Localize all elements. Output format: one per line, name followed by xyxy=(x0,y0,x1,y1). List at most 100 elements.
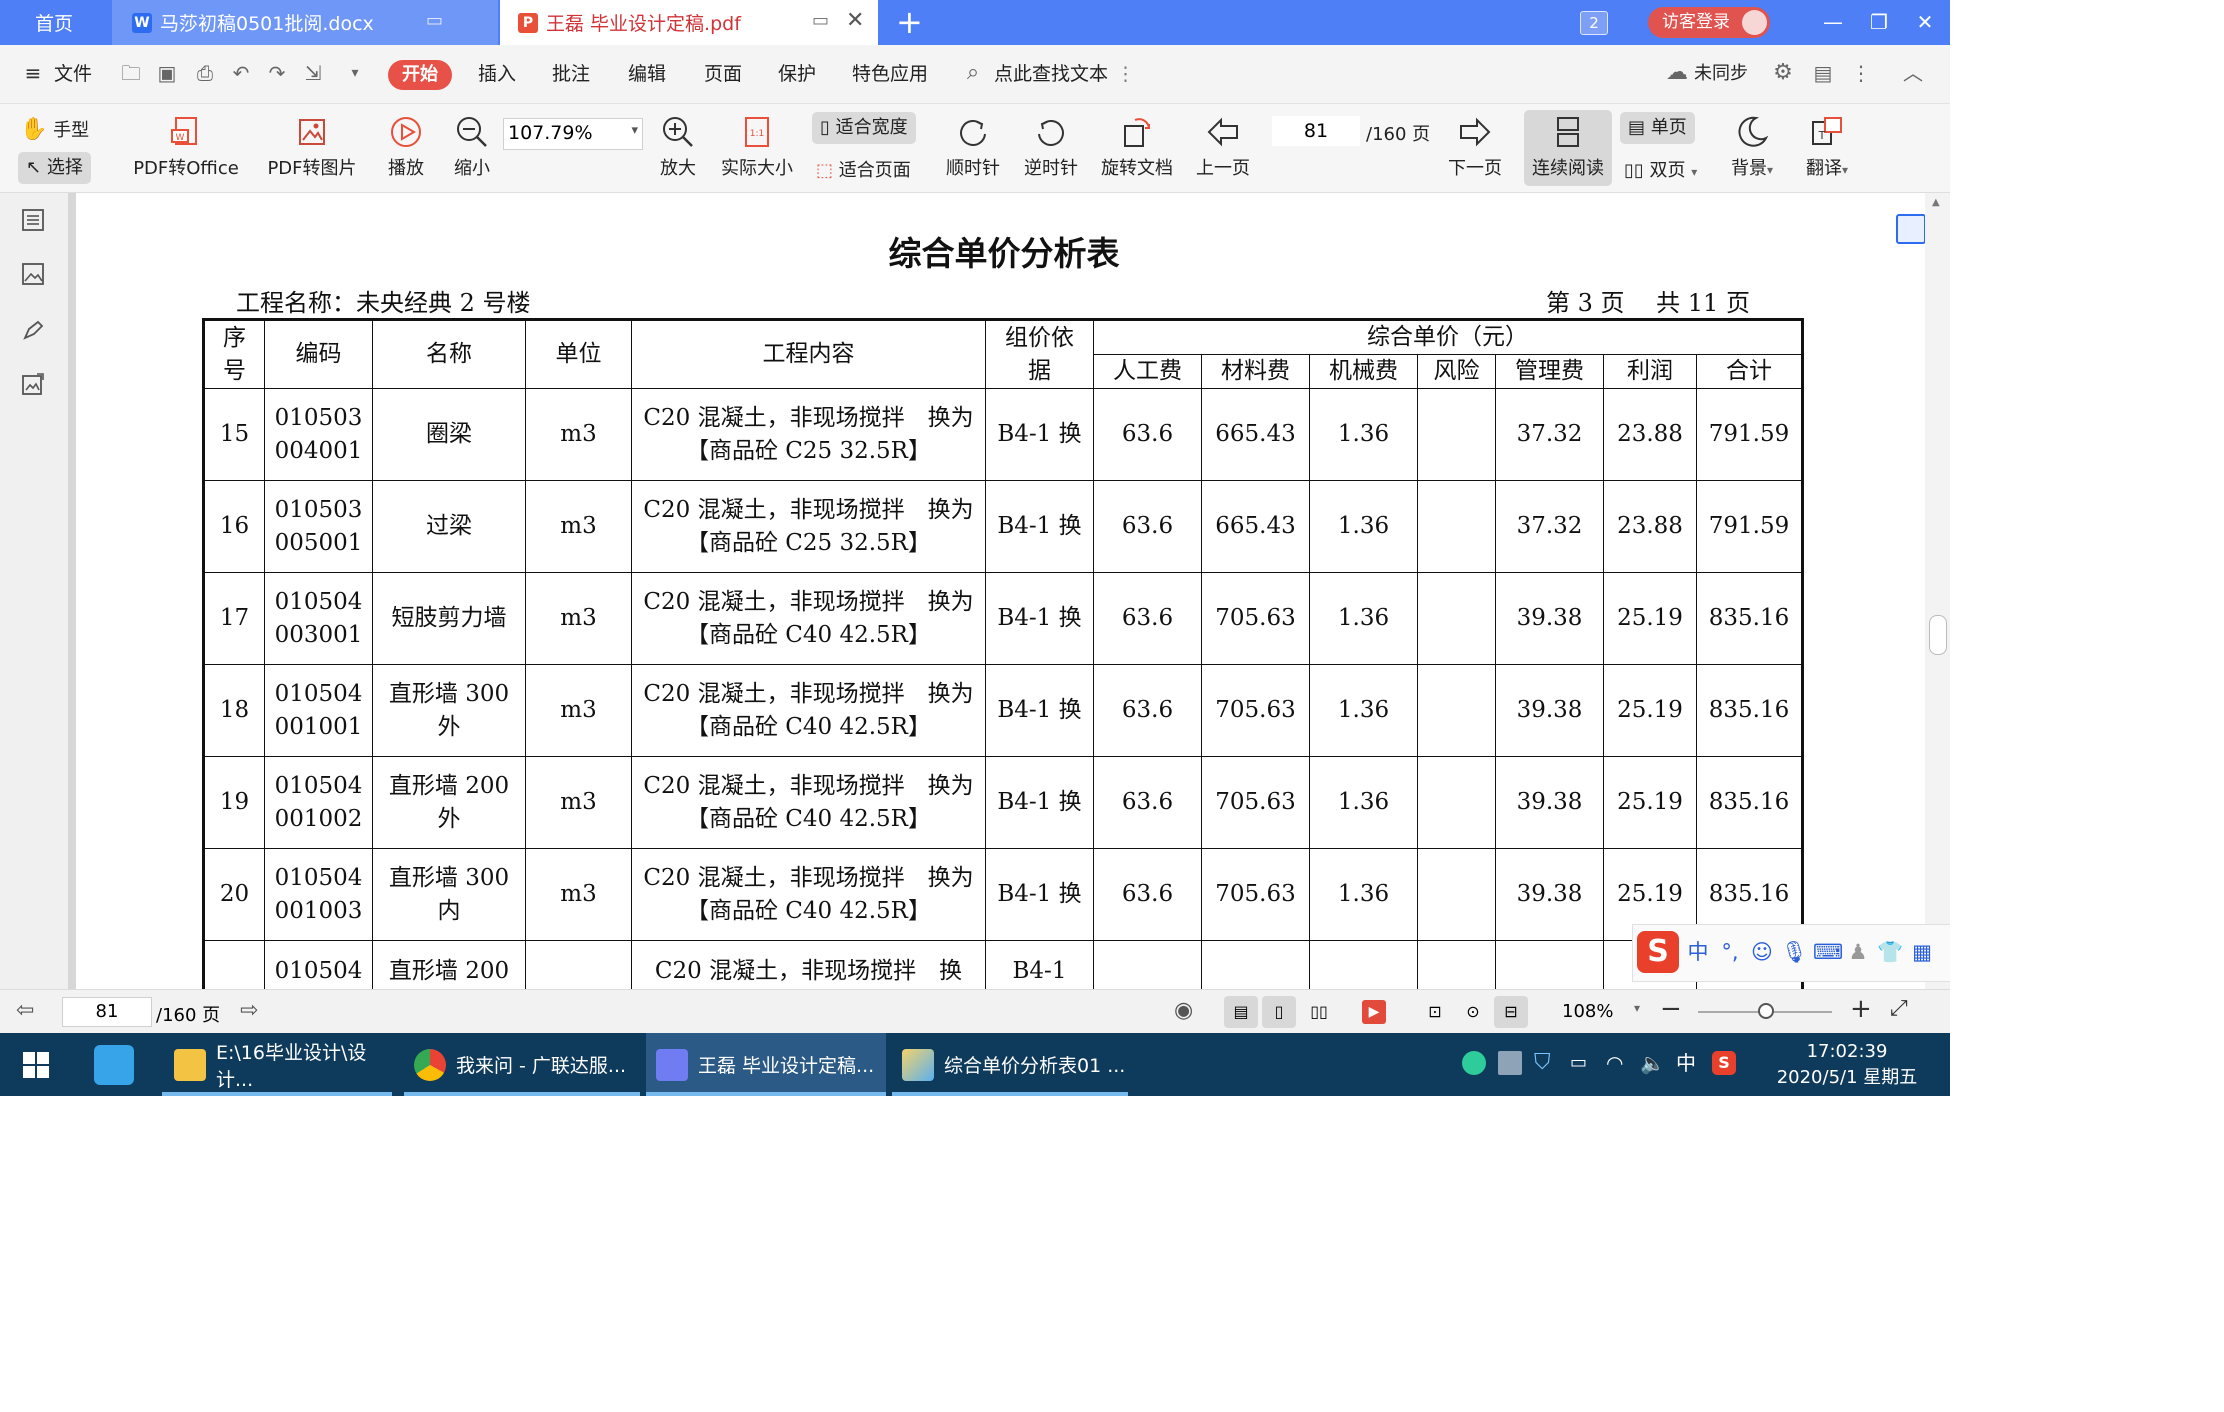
zoom-in-button[interactable]: 放大 xyxy=(650,114,706,180)
play-button[interactable]: 播放 xyxy=(378,114,434,180)
save-icon[interactable]: ▣ xyxy=(156,62,178,84)
pinned-app-icon[interactable] xyxy=(94,1045,134,1085)
taskbar-clock[interactable]: 17:02:39 2020/5/1 星期五 xyxy=(1762,1039,1932,1091)
arrow-left-icon[interactable]: ⇦ xyxy=(16,998,34,1023)
open-folder-icon[interactable]: 🗀 xyxy=(120,62,142,84)
chevron-up-icon[interactable]: ︿ xyxy=(1902,62,1924,84)
user-icon[interactable]: ♟ xyxy=(1845,939,1871,965)
scroll-thumb[interactable] xyxy=(1929,615,1947,655)
volume-icon[interactable]: 🔈 xyxy=(1640,1051,1665,1075)
emoji-icon[interactable]: ☺ xyxy=(1749,939,1775,965)
print-icon[interactable]: ⎙ xyxy=(194,62,216,84)
chevron-down-icon[interactable]: ▾ xyxy=(1842,163,1848,177)
menu-protect[interactable]: 保护 xyxy=(778,45,816,103)
tray-monitor-icon[interactable] xyxy=(1498,1051,1522,1075)
menu-insert[interactable]: 插入 xyxy=(478,45,516,103)
continuous-view-icon[interactable]: ▤ xyxy=(1224,996,1258,1028)
window-icon[interactable]: ▭ xyxy=(812,10,829,31)
eye-icon[interactable]: ◉ xyxy=(1174,998,1193,1023)
gear-icon[interactable]: ⚙ xyxy=(1772,62,1794,84)
fit-page-icon[interactable]: ⊙ xyxy=(1456,996,1490,1028)
select-tool-button[interactable]: ↖ 选择 xyxy=(18,152,91,184)
rotate-doc-button[interactable]: 旋转文档 xyxy=(1096,114,1178,180)
fit-panel-icon[interactable] xyxy=(1896,214,1926,244)
rotate-ccw-button[interactable]: 逆时针 xyxy=(1018,114,1084,180)
toolbox-icon[interactable]: ▦ xyxy=(1909,939,1935,965)
ime-lang-toggle[interactable]: 中 xyxy=(1685,939,1711,965)
sogou-tray-icon[interactable]: S xyxy=(1712,1051,1736,1075)
background-button[interactable]: 背景▾ xyxy=(1722,114,1782,180)
zoom-slider[interactable] xyxy=(1698,1003,1832,1019)
cloud-sync-icon[interactable]: ☁ xyxy=(1666,62,1688,84)
pdf-to-office-button[interactable]: W PDF转Office xyxy=(122,114,250,180)
tab-doc[interactable]: W 马莎初稿0501批阅.docx ▭ xyxy=(112,0,498,45)
signature-icon[interactable] xyxy=(20,317,46,343)
menu-page[interactable]: 页面 xyxy=(704,45,742,103)
document-area[interactable]: 综合单价分析表 工程名称：未央经典 2 号楼 第 3 页 共 11 页 序号 编… xyxy=(68,193,1940,989)
tray-app-icon[interactable] xyxy=(1462,1051,1486,1075)
close-window-icon[interactable]: ✕ xyxy=(1902,0,1948,45)
menu-features[interactable]: 特色应用 xyxy=(852,45,928,103)
status-zoom[interactable]: 108% xyxy=(1562,1001,1613,1022)
shield-icon[interactable]: ⛉ xyxy=(1534,1051,1558,1075)
status-page-input[interactable]: 81 xyxy=(62,997,152,1027)
chevron-down-icon[interactable]: ▾ xyxy=(1691,165,1697,179)
window-icon[interactable]: ▭ xyxy=(426,10,443,31)
zoom-in-icon[interactable]: + xyxy=(1850,994,1872,1024)
hamburger-menu-icon[interactable]: ≡ xyxy=(22,62,44,84)
chevron-down-icon[interactable]: ▾ xyxy=(1767,163,1773,177)
thumbnail-icon[interactable] xyxy=(20,261,46,287)
chevron-down-icon[interactable]: ▾ xyxy=(1634,1001,1640,1015)
search-icon[interactable]: ⌕ xyxy=(962,62,984,84)
chevron-down-icon[interactable]: ▾ xyxy=(344,62,366,84)
taskbar-item-pdf[interactable]: 王磊 毕业设计定稿... xyxy=(646,1033,886,1096)
fit-width-icon[interactable]: ⊟ xyxy=(1494,996,1528,1028)
next-page-button[interactable]: 下一页 xyxy=(1442,114,1508,180)
redo-icon[interactable]: ↷ xyxy=(266,62,288,84)
search-text[interactable]: 点此查找文本 xyxy=(994,45,1108,103)
skin-icon[interactable]: 👕 xyxy=(1877,939,1903,965)
double-view-icon[interactable]: ▯▯ xyxy=(1302,996,1336,1028)
export-icon[interactable]: ⇲ xyxy=(302,62,324,84)
tab-pdf[interactable]: P 王磊 毕业设计定稿.pdf ▭ ✕ xyxy=(500,0,878,45)
arrow-right-icon[interactable]: ⇨ xyxy=(240,998,258,1023)
taskbar-item-paint[interactable]: 综合单价分析表01 ... xyxy=(892,1033,1128,1096)
more-icon[interactable]: ⋮ xyxy=(1850,62,1872,84)
sogou-logo-icon[interactable]: S xyxy=(1637,931,1679,973)
minimize-icon[interactable]: — xyxy=(1810,0,1856,45)
play-icon[interactable]: ▶ xyxy=(1362,1000,1386,1024)
double-page-button[interactable]: ▯▯ 双页 ▾ xyxy=(1624,156,1697,182)
chevron-down-icon[interactable]: ▾ xyxy=(631,123,638,138)
fullscreen-icon[interactable]: ⤢ xyxy=(1890,996,1908,1021)
zoom-out-icon[interactable]: − xyxy=(1660,994,1682,1024)
more-icon[interactable]: ⋮ xyxy=(1116,45,1135,103)
single-view-icon[interactable]: ▯ xyxy=(1262,996,1296,1028)
single-page-button[interactable]: ▤ 单页 xyxy=(1620,112,1695,144)
actual-size-icon[interactable]: ⊡ xyxy=(1418,996,1452,1028)
undo-icon[interactable]: ↶ xyxy=(230,62,252,84)
pdf-to-image-button[interactable]: PDF转图片 xyxy=(262,114,362,180)
taskbar-item-explorer[interactable]: E:\16毕业设计\设计... xyxy=(162,1033,392,1096)
login-button[interactable]: 访客登录 xyxy=(1648,7,1770,38)
menu-edit[interactable]: 编辑 xyxy=(628,45,666,103)
outline-icon[interactable] xyxy=(20,207,46,233)
hand-tool-button[interactable]: ✋ 手型 xyxy=(20,116,100,142)
sync-status[interactable]: 未同步 xyxy=(1694,45,1748,103)
taskbar-item-browser[interactable]: 我来问 - 广联达服... xyxy=(404,1033,640,1096)
export-image-icon[interactable] xyxy=(20,371,46,397)
zoom-select[interactable]: 107.79% ▾ xyxy=(503,118,643,150)
comment-icon[interactable]: ▤ xyxy=(1812,62,1834,84)
translate-button[interactable]: T 翻译▾ xyxy=(1794,114,1860,180)
new-tab-icon[interactable]: + xyxy=(896,4,923,40)
keyboard-icon[interactable]: ⌨ xyxy=(1813,939,1843,965)
menu-start[interactable]: 开始 xyxy=(388,60,452,90)
menu-annotate[interactable]: 批注 xyxy=(552,45,590,103)
restore-icon[interactable]: ❐ xyxy=(1856,0,1902,45)
prev-page-button[interactable]: 上一页 xyxy=(1190,114,1256,180)
battery-icon[interactable]: ▭ xyxy=(1570,1051,1594,1075)
close-tab-icon[interactable]: ✕ xyxy=(846,8,864,33)
scroll-up-icon[interactable]: ▲ xyxy=(1932,197,1940,208)
windows-start-icon[interactable] xyxy=(22,1051,50,1079)
actual-size-button[interactable]: 1:1 实际大小 xyxy=(716,114,798,180)
tab-home[interactable]: 首页 xyxy=(0,0,108,45)
